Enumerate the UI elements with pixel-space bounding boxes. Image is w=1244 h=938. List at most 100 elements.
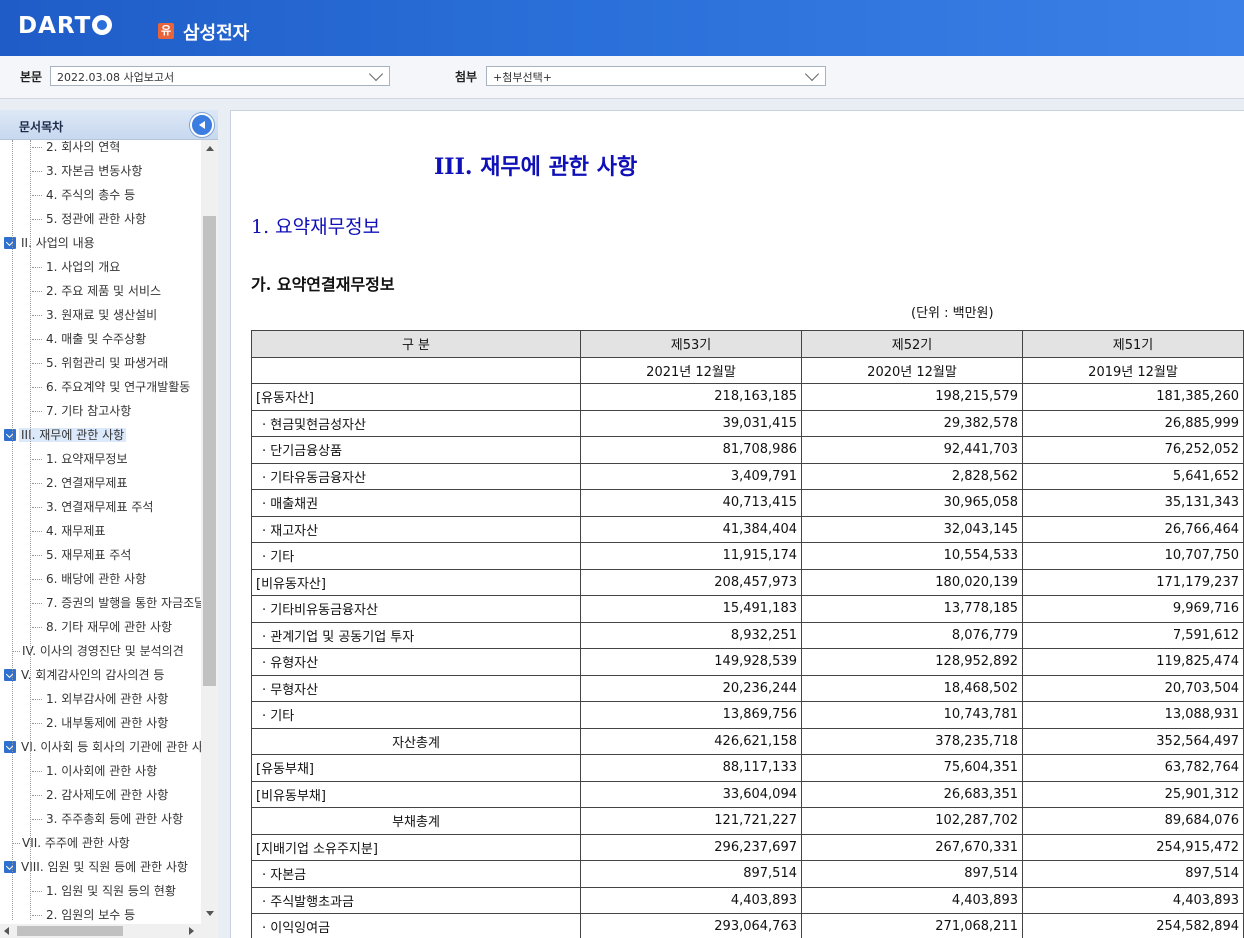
tree-connector [32, 387, 42, 388]
section-title: 1. 요약재무정보 [251, 216, 381, 238]
expand-toggle-icon[interactable] [4, 237, 16, 249]
dart-logo[interactable]: DART [18, 13, 113, 39]
row-label: · 현금및현금성자산 [251, 409, 581, 437]
value-cell: 378,235,718 [801, 727, 1023, 755]
toc-item[interactable]: 1. 이사회에 관한 사항 [32, 760, 159, 782]
tree-connector [32, 627, 42, 628]
value-cell: 10,743,781 [801, 701, 1023, 729]
toc-item[interactable]: II. 사업의 내용 [4, 232, 97, 254]
row-label: [비유동부채] [251, 780, 581, 808]
toc-item-label: 3. 주주총회 등에 관한 사항 [46, 812, 184, 826]
value-cell: 4,403,893 [1022, 886, 1244, 914]
toc-item[interactable]: 1. 요약재무정보 [32, 448, 130, 470]
toc-item[interactable]: V. 회계감사인의 감사의견 등 [4, 664, 166, 686]
toc-item[interactable]: IV. 이사의 경영진단 및 분석의견 [12, 640, 186, 662]
value-cell: 897,514 [801, 860, 1023, 888]
scroll-up-icon[interactable] [206, 146, 214, 151]
value-cell: 218,163,185 [580, 383, 802, 411]
row-label: · 주식발행초과금 [251, 886, 581, 914]
toc-item[interactable]: 7. 증권의 발행을 통한 자금조달 [32, 592, 201, 614]
toc-item[interactable]: 4. 주식의 총수 등 [32, 184, 137, 206]
toc-item[interactable]: 3. 연결재무제표 주석 [32, 496, 155, 518]
expand-toggle-icon[interactable] [4, 741, 16, 753]
toc-item[interactable]: VI. 이사회 등 회사의 기관에 관한 사항 [4, 736, 201, 758]
expand-toggle-icon[interactable] [4, 861, 16, 873]
value-cell: 267,670,331 [801, 833, 1023, 861]
toc-item[interactable]: 4. 매출 및 수주상황 [32, 328, 148, 350]
table-row: · 매출채권 40,713,415 30,965,058 35,131,343 [251, 489, 1244, 517]
value-cell: 41,384,404 [580, 515, 802, 543]
toc-item-label: 1. 임원 및 직원 등의 현황 [46, 884, 176, 898]
toc-item[interactable]: 3. 원재료 및 생산설비 [32, 304, 159, 326]
toc-item[interactable]: 3. 주주총회 등에 관한 사항 [32, 808, 185, 830]
scroll-down-icon[interactable] [206, 911, 214, 916]
value-cell: 271,068,211 [801, 913, 1023, 938]
table-row: [비유동부채] 33,604,094 26,683,351 25,901,312 [251, 780, 1244, 808]
table-row: · 기타 11,915,174 10,554,533 10,707,750 [251, 542, 1244, 570]
scroll-left-icon[interactable] [4, 927, 9, 935]
tree-connector [32, 771, 42, 772]
value-cell: 208,457,973 [580, 568, 802, 596]
value-cell: 296,237,697 [580, 833, 802, 861]
toc-item[interactable]: 5. 재무제표 주석 [32, 544, 133, 566]
toc-item-label: 3. 원재료 및 생산설비 [46, 308, 158, 322]
value-cell: 102,287,702 [801, 807, 1023, 835]
table-row: [비유동자산] 208,457,973 180,020,139 171,179,237 [251, 568, 1244, 596]
toc-vertical-scrollbar[interactable] [201, 140, 218, 924]
toc-item[interactable]: 5. 위험관리 및 파생거래 [32, 352, 170, 374]
table-date-row: 2021년 12월말 2020년 12월말 2019년 12월말 [251, 356, 1244, 384]
scrollbar-thumb[interactable] [203, 216, 216, 686]
value-cell: 29,382,578 [801, 409, 1023, 437]
row-label: · 단기금융상품 [251, 436, 581, 464]
chevron-down-icon [368, 66, 384, 82]
row-label: 자산총계 [251, 727, 581, 755]
scrollbar-thumb[interactable] [17, 926, 123, 936]
toc-item[interactable]: 1. 사업의 개요 [32, 256, 122, 278]
value-cell: 7,591,612 [1022, 621, 1244, 649]
toc-item[interactable]: 7. 기타 참고사항 [32, 400, 133, 422]
toc-item[interactable]: 1. 외부감사에 관한 사항 [32, 688, 170, 710]
value-cell: 149,928,539 [580, 648, 802, 676]
toc-item[interactable]: 1. 임원 및 직원 등의 현황 [32, 880, 178, 902]
expand-toggle-icon[interactable] [4, 429, 16, 441]
expand-toggle-icon[interactable] [4, 669, 16, 681]
collapse-sidebar-button[interactable] [190, 113, 214, 137]
tree-connector [32, 819, 42, 820]
table-header-cell: 구 분 [251, 330, 581, 358]
table-header-cell: 제52기 [801, 330, 1023, 358]
toc-item[interactable]: 6. 배당에 관한 사항 [32, 568, 148, 590]
toc-item[interactable]: 3. 자본금 변동사항 [32, 160, 144, 182]
toc-item[interactable]: 2. 임원의 보수 등 [32, 904, 137, 924]
toc-item[interactable]: 2. 주요 제품 및 서비스 [32, 280, 163, 302]
value-cell: 254,582,894 [1022, 913, 1244, 938]
toc-item-label: VII. 주주에 관한 사항 [22, 836, 130, 850]
tree-connector [32, 555, 42, 556]
toc-sidebar: 문서목차 2. 회사의 연혁 3. 자본금 변동사항 4. 주식의 총수 등 5. 정… [0, 110, 218, 938]
toc-item[interactable]: VIII. 임원 및 직원 등에 관한 사항 [4, 856, 190, 878]
toc-horizontal-scrollbar[interactable] [0, 924, 218, 938]
toc-item[interactable]: 2. 감사제도에 관한 사항 [32, 784, 170, 806]
toc-item[interactable]: 2. 회사의 연혁 [32, 140, 122, 158]
toc-item[interactable]: 4. 재무제표 [32, 520, 107, 542]
toc-item-label: 7. 증권의 발행을 통한 자금조달 [46, 596, 201, 610]
tree-connector [32, 195, 42, 196]
table-row: · 단기금융상품 81,708,986 92,441,703 76,252,052 [251, 436, 1244, 464]
value-cell: 10,554,533 [801, 542, 1023, 570]
document-viewer: III. 재무에 관한 사항 1. 요약재무정보 가. 요약연결재무정보 (단위… [230, 110, 1244, 938]
attachment-select[interactable]: +첨부선택+ [486, 66, 826, 86]
toc-item-label: 2. 연결재무제표 [46, 476, 128, 490]
scroll-right-icon[interactable] [189, 927, 194, 935]
value-cell: 81,708,986 [580, 436, 802, 464]
value-cell: 89,684,076 [1022, 807, 1244, 835]
toc-item[interactable]: 8. 기타 재무에 관한 사항 [32, 616, 174, 638]
toc-item[interactable]: 2. 내부통제에 관한 사항 [32, 712, 170, 734]
toc-item[interactable]: 6. 주요계약 및 연구개발활동 [32, 376, 192, 398]
toc-item[interactable]: 2. 연결재무제표 [32, 472, 130, 494]
value-cell: 3,409,791 [580, 462, 802, 490]
toc-item[interactable]: III. 재무에 관한 사항 [4, 424, 127, 446]
main-doc-select[interactable]: 2022.03.08 사업보고서 [50, 66, 390, 86]
value-cell: 426,621,158 [580, 727, 802, 755]
tree-connector [32, 459, 42, 460]
value-cell: 92,441,703 [801, 436, 1023, 464]
toc-item[interactable]: 5. 정관에 관한 사항 [32, 208, 148, 230]
